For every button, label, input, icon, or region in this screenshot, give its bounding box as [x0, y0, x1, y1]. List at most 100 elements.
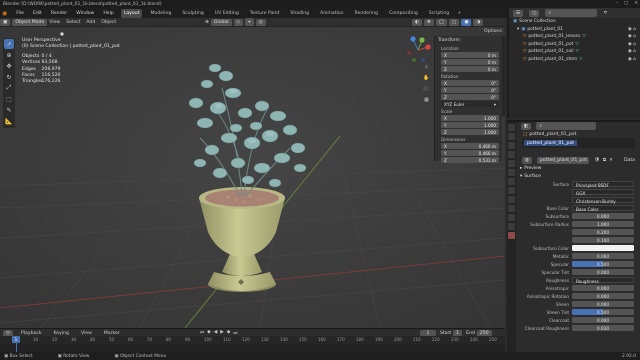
physics-tab-icon[interactable]	[508, 205, 515, 212]
location-z-field[interactable]: Z0 m	[441, 66, 499, 72]
playhead[interactable]: 1	[12, 336, 20, 343]
object-menu[interactable]: Object	[101, 20, 116, 25]
pivot-icon[interactable]: ◇	[233, 18, 244, 26]
maximize-icon[interactable]: □	[624, 1, 628, 6]
subsurface-method-select[interactable]: Christensen-Burley	[572, 197, 634, 204]
material-shading-icon[interactable]: ◑	[473, 18, 484, 26]
workspace-tab-modeling[interactable]: Modeling	[147, 9, 174, 18]
workspace-tab-texture-paint[interactable]: Texture Paint	[247, 9, 283, 18]
outliner-item[interactable]: ▽ potted_plant_01_leaves ▽ ◉ ⌂	[509, 33, 640, 41]
options-menu[interactable]: Options	[484, 29, 502, 34]
eye-icon[interactable]: ◉ ⌂	[628, 27, 636, 32]
marker-menu[interactable]: Marker	[104, 331, 120, 336]
data-label[interactable]: Data	[624, 158, 635, 163]
metallic-field[interactable]: 0.000	[572, 253, 634, 259]
distribution-select[interactable]: GGX	[572, 189, 634, 196]
rotation-z-field[interactable]: Z 0°	[441, 94, 499, 100]
filter-icon[interactable]: ⛛	[603, 10, 607, 16]
view-menu[interactable]: View	[49, 20, 60, 25]
location-y-field[interactable]: Y0 m	[441, 59, 499, 65]
rotation-mode-select[interactable]: XYZ Euler ▾	[441, 101, 499, 107]
select-box-tool-icon[interactable]: ➚	[4, 39, 14, 49]
modifier-tab-icon[interactable]	[508, 187, 515, 194]
eye-icon[interactable]: ◉ ⌂	[628, 34, 636, 39]
overlay-icon[interactable]: ◯	[435, 18, 448, 26]
menu-help[interactable]: Help	[101, 10, 115, 17]
outliner-root[interactable]: ▣ Scene Collection	[509, 18, 640, 26]
add-menu[interactable]: Add	[86, 20, 95, 25]
output-tab-icon[interactable]	[508, 142, 515, 149]
outliner-item[interactable]: ▽ potted_plant_01_stem ▽ ◉ ⌂	[509, 56, 640, 64]
workspace-tab-scripting[interactable]: Scripting	[426, 9, 452, 18]
expand-icon[interactable]: ▾	[517, 27, 519, 32]
fake-user-icon[interactable]: 🛡	[594, 158, 600, 163]
view-layer-tab-icon[interactable]	[508, 151, 515, 158]
roughness-link[interactable]: Roughness	[572, 277, 634, 284]
base-color-link[interactable]: Base Color	[572, 205, 634, 212]
outliner-item[interactable]: ▽ potted_plant_01_pot ▽ ◉ ⌂	[509, 41, 640, 49]
scale-y-field[interactable]: Y 1.000	[441, 122, 499, 128]
preview-section[interactable]: ▸ Preview	[509, 164, 640, 172]
subsurface-color-swatch[interactable]	[572, 245, 634, 251]
blender-logo-icon[interactable]: ◉	[2, 10, 7, 17]
world-tab-icon[interactable]	[508, 169, 515, 176]
close-icon[interactable]: ✕	[634, 1, 638, 6]
clearcoat-roughness-field[interactable]: 0.030	[572, 325, 634, 331]
menu-file[interactable]: File	[14, 10, 26, 17]
measure-tool-icon[interactable]: 📐	[4, 116, 14, 126]
snap-icon[interactable]: ⌖	[245, 18, 254, 26]
material-slot-list[interactable]: potted_plant_01_pot	[522, 138, 635, 148]
workspace-tab-uv-editing[interactable]: UV Editing	[212, 9, 242, 18]
subsurface-radius-x[interactable]: 1.000	[572, 221, 634, 227]
surface-section[interactable]: ▾ Surface	[509, 172, 640, 180]
render-tab-icon[interactable]	[508, 133, 515, 140]
properties-search[interactable]: ⌕	[536, 122, 597, 130]
mode-selector[interactable]: Object Mode	[12, 18, 48, 26]
anisotropic-rotation-field[interactable]: 0.000	[572, 293, 634, 299]
minimize-icon[interactable]: –	[616, 1, 618, 6]
object-tab-icon[interactable]	[508, 178, 515, 185]
zoom-icon[interactable]: ⌕	[422, 62, 431, 71]
scale-z-field[interactable]: Z 1.000	[441, 129, 499, 135]
sheen-field[interactable]: 0.000	[572, 301, 634, 307]
proportional-icon[interactable]: ◎	[255, 18, 266, 26]
scale-tool-icon[interactable]: ⤢	[4, 83, 14, 93]
rotation-y-field[interactable]: Y 0°	[441, 87, 499, 93]
add-workspace-icon[interactable]: +	[457, 11, 461, 16]
sheen-tint-field[interactable]: 0.500	[572, 309, 634, 315]
menu-edit[interactable]: Edit	[31, 10, 44, 17]
clearcoat-field[interactable]: 0.000	[572, 317, 634, 323]
outliner-item[interactable]: ▽ potted_plant_01_soil ▽ ◉ ⌂	[509, 48, 640, 56]
scale-x-field[interactable]: X 1.000	[441, 115, 499, 121]
outliner-editor-icon[interactable]: ☰	[513, 9, 524, 17]
properties-editor-icon[interactable]: ◧	[521, 122, 532, 130]
subsurface-field[interactable]: 0.000	[572, 213, 634, 219]
workspace-tab-sculpting[interactable]: Sculpting	[179, 9, 206, 18]
keying-menu[interactable]: Keying	[54, 331, 69, 336]
annotate-tool-icon[interactable]: ✎	[4, 105, 14, 115]
constraints-tab-icon[interactable]	[508, 214, 515, 221]
workspace-tab-animation[interactable]: Animation	[317, 9, 346, 18]
eye-icon[interactable]: ◉ ⌂	[628, 42, 636, 47]
specular-field[interactable]: 0.500	[572, 261, 634, 267]
material-slot-item[interactable]: potted_plant_01_pot	[524, 140, 578, 146]
outliner-search-icon[interactable]: ⌕	[545, 9, 598, 17]
workspace-tab-layout[interactable]: Layout	[120, 8, 143, 18]
data-tab-icon[interactable]	[508, 223, 515, 230]
sidebar-tabs[interactable]	[502, 36, 505, 116]
view-menu[interactable]: View	[81, 331, 92, 336]
outliner-item[interactable]: ▾ ▣ potted_plant_01 ◉ ⌂	[509, 26, 640, 34]
perspective-icon[interactable]: ▦	[422, 95, 431, 104]
solid-shading-icon[interactable]: ●	[461, 18, 472, 26]
navigation-gizmo[interactable]	[404, 36, 432, 64]
transform-tool-icon[interactable]: ⬚	[4, 94, 14, 104]
menu-render[interactable]: Render	[49, 10, 69, 17]
dimension-y-field[interactable]: Y 0.466 m	[441, 150, 499, 156]
specular-tint-field[interactable]: 0.000	[572, 269, 634, 275]
display-mode-icon[interactable]: ◫	[529, 9, 540, 17]
move-tool-icon[interactable]: ✥	[4, 61, 14, 71]
dimension-x-field[interactable]: X 0.466 m	[441, 143, 499, 149]
subsurface-radius-z[interactable]: 0.100	[572, 237, 634, 243]
unlink-icon[interactable]: ✕	[609, 158, 613, 163]
cursor-tool-icon[interactable]: ⊕	[4, 50, 14, 60]
